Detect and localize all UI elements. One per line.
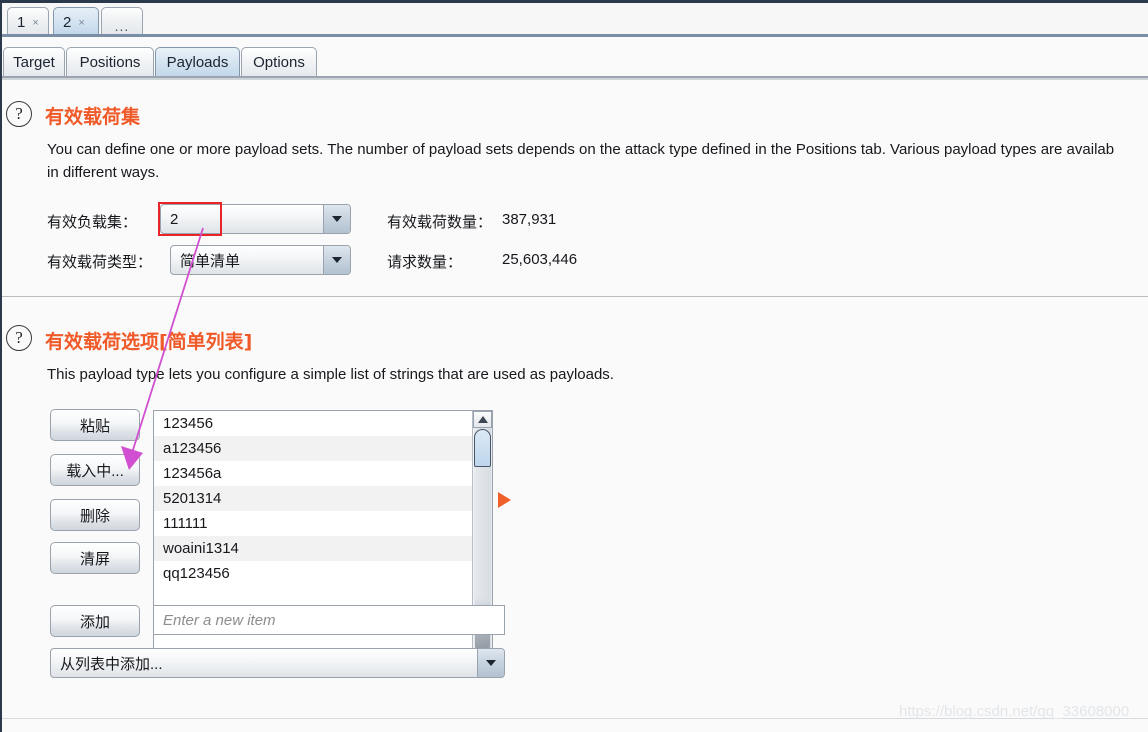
attack-tab-1[interactable]: 1 × (7, 7, 49, 37)
payload-count-label: 有效载荷数量： (387, 214, 493, 231)
payload-sets-description-line1: You can define one or more payload sets.… (47, 141, 1115, 158)
chevron-down-icon[interactable] (477, 649, 504, 677)
payload-options-title: 有效载荷选项[简单列表] (45, 331, 253, 353)
scrollbar-thumb[interactable] (474, 429, 491, 467)
list-item[interactable]: a123456 (154, 436, 492, 461)
section-divider (2, 296, 1148, 297)
load-button[interactable]: 载入中... (50, 454, 140, 486)
new-item-placeholder: Enter a new item (163, 611, 276, 629)
tab-payloads[interactable]: Payloads (155, 47, 240, 76)
payload-set-label: 有效负载集： (47, 214, 138, 231)
list-item[interactable]: woaini1314 (154, 536, 492, 561)
payload-sets-description-line2: in different ways. (47, 164, 160, 181)
paste-button[interactable]: 粘贴 (50, 409, 140, 441)
payload-sets-title: 有效载荷集 (45, 106, 141, 128)
attack-tab-2-label: 2 (63, 14, 72, 31)
close-icon[interactable]: × (78, 17, 84, 29)
request-count-value: 25,603,446 (502, 251, 578, 268)
chevron-down-icon[interactable] (323, 205, 350, 233)
attack-tab-2[interactable]: 2 × (53, 7, 99, 37)
payload-options-description: This payload type lets you configure a s… (47, 366, 614, 383)
watermark: https://blog.csdn.net/qq_33608000 (899, 703, 1130, 720)
list-item[interactable]: 111111 (154, 511, 492, 536)
close-icon[interactable]: × (32, 17, 38, 29)
attack-tab-1-label: 1 (17, 14, 26, 31)
help-icon[interactable]: ? (6, 325, 32, 351)
request-count-label: 请求数量： (387, 254, 463, 271)
payload-type-value: 简单清单 (180, 252, 241, 270)
clear-button[interactable]: 清屏 (50, 542, 140, 574)
chevron-down-icon[interactable] (323, 246, 350, 274)
tab-target[interactable]: Target (3, 47, 65, 76)
tab-options[interactable]: Options (241, 47, 317, 76)
attack-tab-overflow[interactable]: ... (101, 7, 143, 37)
payload-type-label: 有效载荷类型： (47, 254, 153, 271)
list-item[interactable]: 123456a (154, 461, 492, 486)
help-icon[interactable]: ? (6, 101, 32, 127)
list-item[interactable]: qq123456 (154, 561, 492, 586)
payload-type-combo[interactable]: 简单清单 (170, 245, 351, 275)
new-item-input[interactable]: Enter a new item (153, 605, 505, 635)
ellipsis-icon: ... (114, 17, 130, 34)
tab-positions[interactable]: Positions (66, 47, 154, 76)
scroll-up-icon[interactable] (473, 411, 492, 428)
add-button[interactable]: 添加 (50, 605, 140, 637)
list-item[interactable]: 123456 (154, 411, 492, 436)
attack-tab-strip: 1 × 2 × ... (2, 3, 1148, 37)
payloads-panel: ? 有效载荷集 You can define one or more paylo… (2, 80, 1148, 732)
add-from-list-label: 从列表中添加... (60, 655, 163, 673)
payload-set-highlight-box (158, 202, 222, 236)
add-from-list-combo[interactable]: 从列表中添加... (50, 648, 505, 678)
list-item[interactable]: 5201314 (154, 486, 492, 511)
orange-arrow-marker (498, 492, 511, 508)
remove-button[interactable]: 删除 (50, 499, 140, 531)
payload-count-value: 387,931 (502, 211, 557, 228)
